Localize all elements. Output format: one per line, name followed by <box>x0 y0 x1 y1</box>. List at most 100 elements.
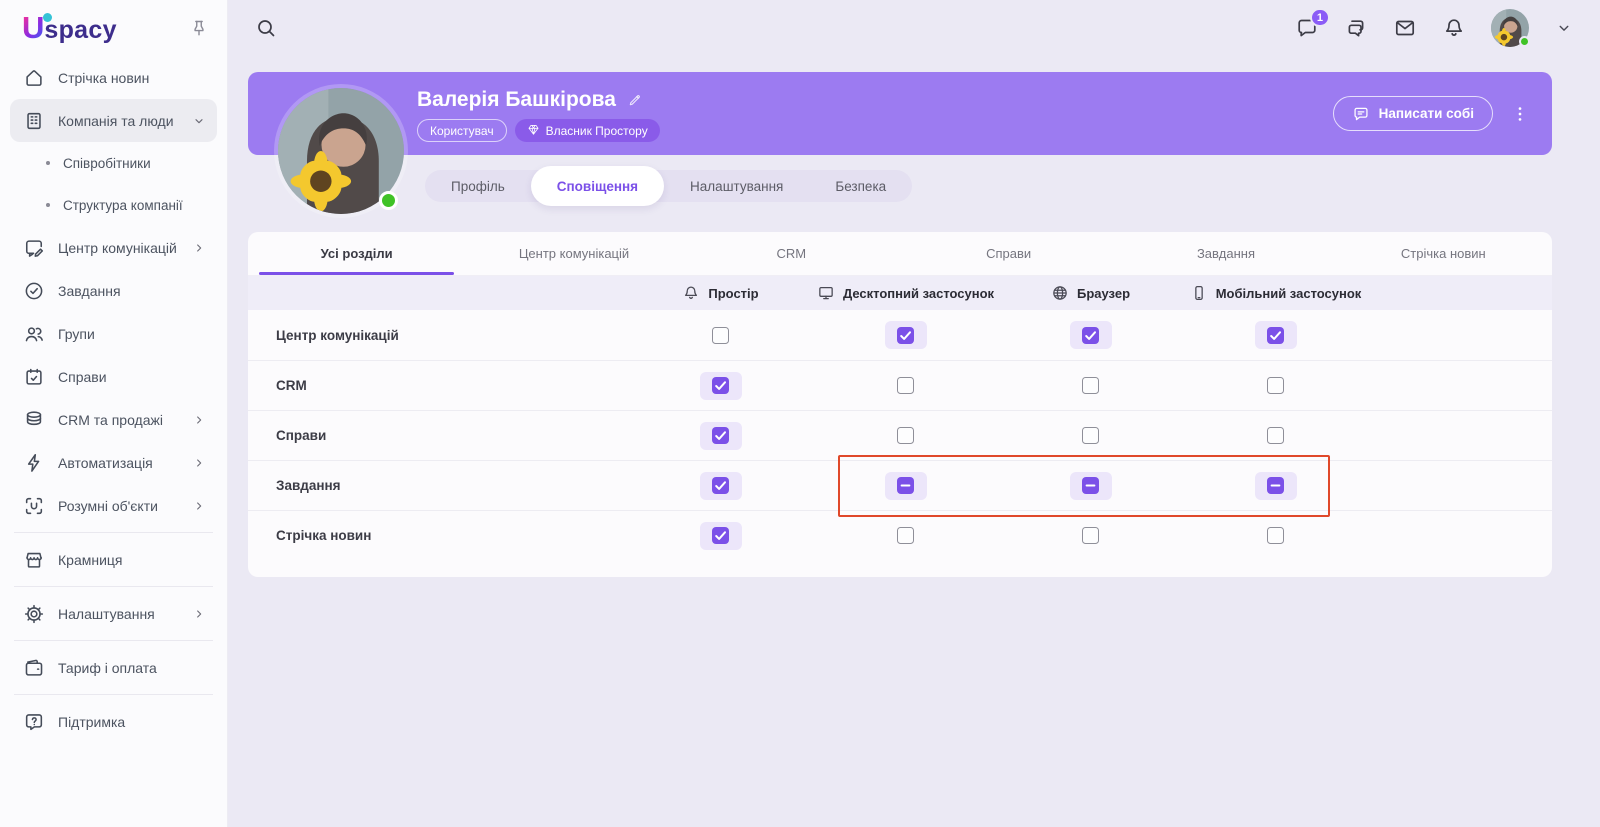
message-self-button[interactable]: Написати собі <box>1332 96 1493 131</box>
sidebar-item-tasks[interactable]: Завдання <box>10 269 217 312</box>
sidebar-item-settings[interactable]: Налаштування <box>10 592 217 635</box>
checkbox-crm-mobile[interactable] <box>1267 377 1284 394</box>
profile-avatar[interactable] <box>278 88 404 214</box>
checkbox-tasks-browser[interactable] <box>1069 471 1112 500</box>
pin-sidebar-icon[interactable] <box>189 18 209 38</box>
sidebar-item-groups[interactable]: Групи <box>10 312 217 355</box>
bell-icon[interactable] <box>1442 16 1466 40</box>
checkbox-tasks-mobile[interactable] <box>1254 471 1297 500</box>
sidebar-item-communication-center[interactable]: Центр комунікацій <box>10 226 217 269</box>
sidebar-item-marketplace[interactable]: Крамниця <box>10 538 217 581</box>
bullet-icon <box>46 161 50 165</box>
gear-icon <box>23 603 45 625</box>
checkbox-newsfeed-browser[interactable] <box>1082 527 1099 544</box>
sidebar-subitem-company-structure[interactable]: Структура компанії <box>10 184 217 226</box>
checkbox-crm-space[interactable] <box>699 371 742 400</box>
chevron-right-icon[interactable] <box>191 498 207 514</box>
checked-icon <box>897 326 914 344</box>
chevron-right-icon[interactable] <box>191 606 207 622</box>
uspacy-logo[interactable]: U spacy <box>22 12 117 45</box>
kebab-menu-icon[interactable] <box>1510 104 1530 124</box>
sidebar-item-label: Автоматизація <box>58 454 153 471</box>
sidebar-item-tariff-payment[interactable]: Тариф і оплата <box>10 646 217 689</box>
cell-crm-space <box>628 371 813 400</box>
profile-name: Валерія Башкірова <box>417 88 616 111</box>
cell-activities-mobile <box>1183 427 1368 444</box>
section-tab-tasks[interactable]: Завдання <box>1117 232 1334 275</box>
cell-activities-space <box>628 421 813 450</box>
checkbox-communication-center-mobile[interactable] <box>1254 321 1297 349</box>
chevron-right-icon[interactable] <box>191 455 207 471</box>
checkbox-activities-desktop[interactable] <box>897 427 914 444</box>
section-tab-crm[interactable]: CRM <box>683 232 900 275</box>
checkbox-communication-center-space[interactable] <box>712 326 729 344</box>
wallet-icon <box>23 657 45 679</box>
sidebar-item-smart-objects[interactable]: Розумні об'єкти <box>10 484 217 527</box>
search-icon[interactable] <box>254 16 278 40</box>
sidebar-item-label: Тариф і оплата <box>58 659 157 676</box>
checkbox-newsfeed-space[interactable] <box>699 521 742 550</box>
tab-profile[interactable]: Профіль <box>425 170 531 202</box>
chat-edit-icon <box>23 237 45 259</box>
checkbox-activities-browser[interactable] <box>1082 427 1099 444</box>
cell-tasks-desktop <box>813 471 998 500</box>
tab-settings[interactable]: Налаштування <box>664 170 809 202</box>
sidebar-item-newsfeed[interactable]: Стрічка новин <box>10 56 217 99</box>
table-row-communication-center: Центр комунікацій <box>248 310 1552 360</box>
online-status-dot <box>379 191 398 210</box>
globe-icon <box>1051 284 1069 302</box>
checkbox-crm-desktop[interactable] <box>897 377 914 394</box>
column-header-browser: Браузер <box>998 284 1183 302</box>
cell-communication-center-mobile <box>1183 321 1368 349</box>
indeterminate-icon <box>1267 477 1284 494</box>
mail-icon[interactable] <box>1393 16 1417 40</box>
chevron-right-icon[interactable] <box>191 412 207 428</box>
sidebar-header: U spacy <box>10 0 217 56</box>
chevron-down-icon[interactable] <box>191 113 207 129</box>
checkbox-communication-center-browser[interactable] <box>1069 321 1112 349</box>
chats-icon[interactable] <box>1344 16 1368 40</box>
cell-communication-center-desktop <box>813 321 998 349</box>
sidebar-item-crm-sales[interactable]: CRM та продажі <box>10 398 217 441</box>
column-header-label: Браузер <box>1076 285 1131 301</box>
chevron-down-icon[interactable] <box>1554 18 1574 38</box>
chevron-right-icon[interactable] <box>191 240 207 256</box>
checkbox-crm-browser[interactable] <box>1082 377 1099 394</box>
checked-icon <box>1082 326 1099 344</box>
sidebar-item-company-people[interactable]: Компанія та люди <box>10 99 217 142</box>
table-row-crm: CRM <box>248 360 1552 410</box>
sidebar-item-automation[interactable]: Автоматизація <box>10 441 217 484</box>
cell-newsfeed-space <box>628 521 813 550</box>
sidebar-item-activities[interactable]: Справи <box>10 355 217 398</box>
section-tab-communication-center[interactable]: Центр комунікацій <box>465 232 682 275</box>
cell-tasks-browser <box>998 471 1183 500</box>
sidebar-item-support[interactable]: Підтримка <box>10 700 217 743</box>
store-icon <box>23 549 45 571</box>
row-label-newsfeed: Стрічка новин <box>276 528 372 543</box>
checkbox-tasks-desktop[interactable] <box>884 471 927 500</box>
checkbox-tasks-space[interactable] <box>699 471 742 500</box>
topbar: 1 <box>228 0 1600 56</box>
tab-notifications[interactable]: Сповіщення <box>530 166 665 206</box>
section-tab-all-sections[interactable]: Усі розділи <box>248 232 465 275</box>
section-tab-newsfeed[interactable]: Стрічка новин <box>1335 232 1552 275</box>
edit-name-icon[interactable] <box>627 92 643 108</box>
checkbox-activities-mobile[interactable] <box>1267 427 1284 444</box>
indeterminate-icon <box>1082 477 1099 494</box>
checkbox-communication-center-desktop[interactable] <box>884 321 927 349</box>
app: U spacy Стрічка новин Компанія та люди Спі… <box>0 0 1600 827</box>
notification-table-body: Центр комунікацій CRM Справи Завдання Стрічк… <box>248 310 1552 577</box>
checkbox-newsfeed-mobile[interactable] <box>1267 527 1284 544</box>
column-header-label: Десктопний застосунок <box>842 285 995 301</box>
chat-icon[interactable]: 1 <box>1295 8 1330 40</box>
tab-security[interactable]: Безпека <box>809 170 912 202</box>
profile-actions: Написати собі <box>1332 72 1552 155</box>
checkbox-activities-space[interactable] <box>699 421 742 450</box>
user-avatar[interactable] <box>1491 9 1530 47</box>
cell-tasks-mobile <box>1183 471 1368 500</box>
section-tab-activities[interactable]: Справи <box>900 232 1117 275</box>
sidebar-item-label: Розумні об'єкти <box>58 497 158 514</box>
checkbox-newsfeed-desktop[interactable] <box>897 527 914 544</box>
sidebar-subitem-label: Структура компанії <box>63 197 183 213</box>
sidebar-subitem-employees[interactable]: Співробітники <box>10 142 217 184</box>
